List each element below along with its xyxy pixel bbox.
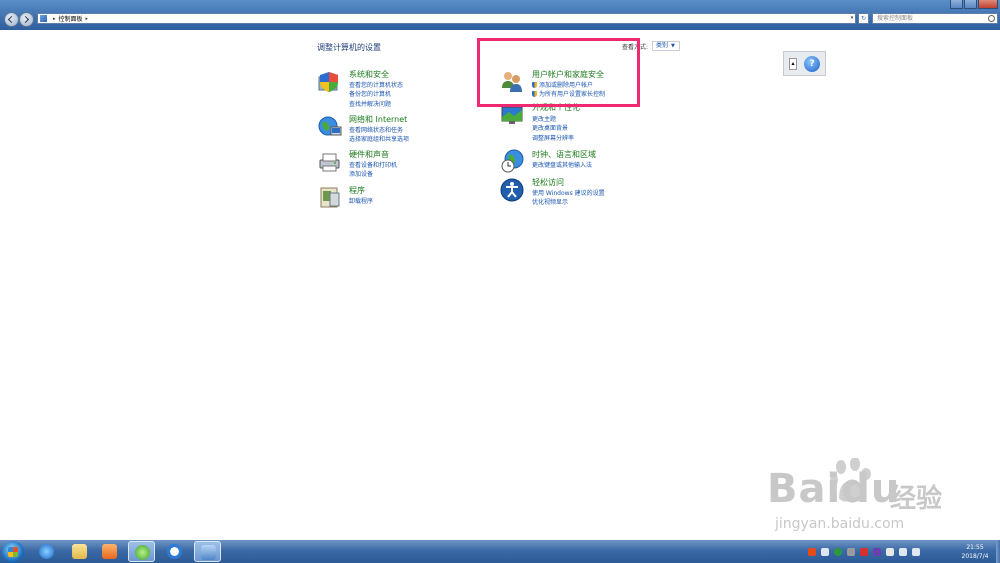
task-link[interactable]: 更改键盘或其他输入法 bbox=[532, 160, 592, 169]
breadcrumb-chevron-icon[interactable]: ▸ bbox=[53, 16, 56, 22]
task-link[interactable]: 调整屏幕分辨率 bbox=[532, 133, 574, 142]
search-placeholder: 搜索控制面板 bbox=[877, 15, 914, 22]
window-controls bbox=[949, 0, 998, 9]
task-link[interactable]: 更改主题 bbox=[532, 114, 556, 123]
clock-date: 2018/7/4 bbox=[961, 553, 989, 560]
internet-explorer-icon bbox=[39, 544, 54, 559]
volume-icon[interactable] bbox=[912, 548, 920, 556]
task-link[interactable]: 查看网络状态和任务 bbox=[349, 125, 403, 134]
taskbar-baidu[interactable] bbox=[161, 541, 188, 562]
help-icon[interactable]: ? bbox=[804, 56, 820, 72]
shield-icon[interactable] bbox=[317, 69, 342, 94]
category-title[interactable]: 程序 bbox=[349, 185, 365, 196]
printer-icon[interactable] bbox=[317, 149, 342, 174]
taskbar-browser[interactable] bbox=[128, 541, 155, 562]
clock-time: 21:55 bbox=[966, 544, 984, 551]
task-link[interactable]: 卸载程序 bbox=[349, 196, 373, 205]
show-desktop-button[interactable] bbox=[996, 540, 1000, 563]
view-by-value: 类别 bbox=[656, 42, 669, 49]
page-title: 调整计算机的设置 bbox=[317, 43, 381, 52]
task-link[interactable]: 备份您的计算机 bbox=[349, 89, 391, 98]
breadcrumb-control-panel[interactable]: 控制面板 bbox=[59, 14, 83, 23]
network-globe-icon[interactable] bbox=[317, 114, 342, 139]
e-app-icon[interactable] bbox=[873, 548, 881, 556]
antivirus-icon[interactable] bbox=[860, 548, 868, 556]
clock-globe-icon[interactable] bbox=[500, 149, 525, 174]
start-button[interactable] bbox=[2, 541, 24, 563]
category-title[interactable]: 时钟、语言和区域 bbox=[532, 149, 596, 160]
network-icon[interactable] bbox=[899, 548, 907, 556]
system-tray bbox=[808, 546, 925, 558]
address-dropdown-icon[interactable]: ▾ bbox=[848, 13, 856, 24]
search-input[interactable]: 搜索控制面板 bbox=[872, 13, 998, 24]
taskbar-explorer[interactable] bbox=[66, 541, 93, 562]
chevron-down-icon: ▼ bbox=[671, 43, 675, 49]
category-title[interactable]: 硬件和声音 bbox=[349, 149, 389, 160]
security-icon[interactable] bbox=[834, 548, 842, 556]
minimize-button[interactable] bbox=[950, 0, 963, 9]
highlight-annotation-box bbox=[477, 38, 640, 107]
watermark-brand: Baidu bbox=[767, 466, 901, 512]
watermark-url: jingyan.baidu.com bbox=[775, 516, 905, 532]
task-link[interactable]: 优化视频显示 bbox=[532, 197, 568, 206]
taskbar-ie[interactable] bbox=[33, 541, 60, 562]
back-button[interactable] bbox=[4, 12, 19, 27]
tray-app-icon[interactable] bbox=[847, 548, 855, 556]
category-title[interactable]: 网络和 Internet bbox=[349, 114, 407, 125]
browser-icon bbox=[135, 545, 150, 560]
task-link[interactable]: 查看您的计算机状态 bbox=[349, 80, 403, 89]
task-link[interactable]: 查看设备和打印机 bbox=[349, 160, 397, 169]
task-link[interactable]: 添加设备 bbox=[349, 169, 373, 178]
pane-toggle-button[interactable]: ▴ bbox=[789, 58, 797, 70]
maximize-button[interactable] bbox=[964, 0, 977, 9]
programs-icon[interactable] bbox=[317, 185, 342, 210]
task-link[interactable]: 选择家庭组和共享选项 bbox=[349, 134, 409, 143]
folder-icon bbox=[72, 544, 87, 559]
sogou-ime-icon[interactable] bbox=[808, 548, 816, 556]
task-link[interactable]: 使用 Windows 建议的设置 bbox=[532, 188, 605, 197]
breadcrumb-chevron-icon[interactable]: ▸ bbox=[86, 16, 89, 22]
task-link[interactable]: 更改桌面背景 bbox=[532, 123, 568, 132]
task-link[interactable]: 查找并解决问题 bbox=[349, 99, 391, 108]
tray-chevron-icon[interactable] bbox=[821, 548, 829, 556]
taskbar-clock[interactable]: 21:55 2018/7/4 bbox=[955, 543, 995, 561]
taskbar-control-panel[interactable] bbox=[194, 541, 221, 562]
address-bar[interactable]: ▸ 控制面板 ▸ bbox=[37, 13, 856, 24]
category-title[interactable]: 系统和安全 bbox=[349, 69, 389, 80]
accessibility-icon[interactable] bbox=[500, 177, 525, 202]
taskbar-media-player[interactable] bbox=[96, 541, 123, 562]
refresh-button[interactable]: ↻ bbox=[858, 13, 869, 24]
category-title[interactable]: 轻松访问 bbox=[532, 177, 564, 188]
media-player-icon bbox=[102, 544, 117, 559]
view-by-select[interactable]: 类别 ▼ bbox=[652, 41, 680, 51]
watermark-cn: 经验 bbox=[890, 484, 943, 514]
flag-icon[interactable] bbox=[886, 548, 894, 556]
control-panel-icon bbox=[40, 15, 47, 22]
forward-button[interactable] bbox=[19, 12, 34, 27]
baidu-netdisk-icon bbox=[167, 544, 182, 559]
search-icon[interactable] bbox=[988, 15, 995, 22]
help-panel: ▴ ? bbox=[783, 51, 826, 76]
close-button[interactable] bbox=[978, 0, 998, 9]
control-panel-icon bbox=[201, 545, 216, 560]
